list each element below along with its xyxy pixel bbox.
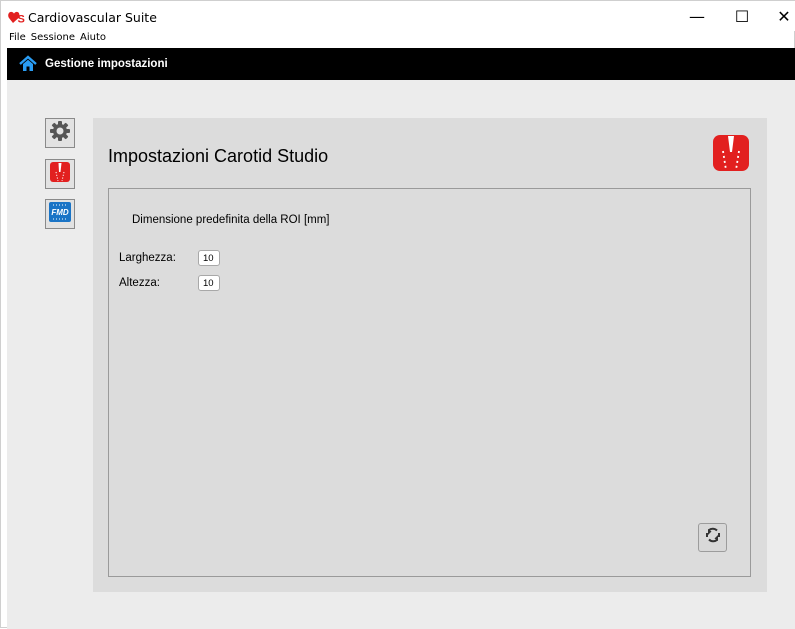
fmd-icon: FMD [48,201,72,228]
nav-bar: Gestione impostazioni [7,48,795,80]
refresh-button[interactable] [698,523,727,552]
svg-text:FMD: FMD [51,208,69,217]
menu-file[interactable]: File [9,32,26,46]
minimize-button[interactable]: — [677,1,717,31]
width-label: Larghezza: [119,252,176,264]
app-logo-icon: S [8,10,26,26]
refresh-icon [704,526,722,549]
gear-icon [49,120,71,147]
fmd-studio-button[interactable]: FMD [45,199,75,229]
height-input[interactable] [198,275,220,291]
svg-text:S: S [18,14,25,25]
carotid-studio-logo-icon [712,134,750,172]
roi-settings-box [108,188,751,577]
settings-button[interactable] [45,118,75,148]
nav-title: Gestione impostazioni [45,58,168,70]
app-window: S Cardiovascular Suite — ☐ ✕ File Sessio… [0,0,795,629]
menu-aiuto[interactable]: Aiuto [80,32,106,46]
close-button[interactable]: ✕ [764,1,795,31]
height-label: Altezza: [119,277,160,289]
carotid-studio-icon [49,161,71,188]
panel-title: Impostazioni Carotid Studio [108,146,329,166]
home-icon[interactable] [19,55,37,73]
carotid-studio-button[interactable] [45,159,75,189]
width-input[interactable] [198,250,220,266]
roi-section-label: Dimensione predefinita della ROI [mm] [132,214,330,226]
title-bar[interactable]: S Cardiovascular Suite — ☐ ✕ [1,1,795,31]
app-title: Cardiovascular Suite [28,10,157,25]
menu-sessione[interactable]: Sessione [31,32,75,46]
maximize-button[interactable]: ☐ [722,1,762,31]
menu-bar: File Sessione Aiuto [9,32,106,46]
